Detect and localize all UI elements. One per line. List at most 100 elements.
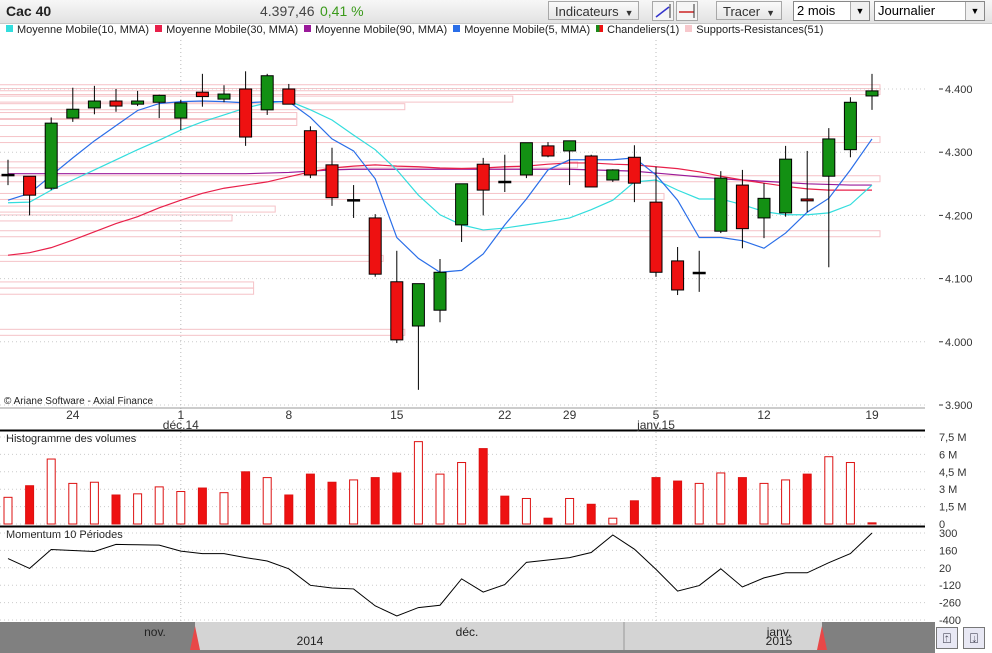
- bullish-candle: [455, 183, 469, 226]
- navigator-label: 2015: [766, 634, 793, 648]
- bearish-candle: [303, 130, 317, 176]
- month-label: déc.14: [163, 418, 199, 432]
- momentum-tick-label: 300: [939, 528, 957, 540]
- volume-bar: [673, 480, 683, 525]
- volume-bar: [802, 473, 812, 525]
- bearish-candle: [498, 180, 512, 184]
- price-tick-label: 4.000: [945, 337, 973, 349]
- volume-tick-label: 6 M: [939, 449, 957, 461]
- bearish-candle: [23, 175, 37, 196]
- volume-bar: [651, 477, 661, 525]
- bullish-candle: [217, 93, 231, 100]
- bearish-candle: [584, 155, 598, 188]
- volume-bar: [457, 462, 467, 525]
- volume-tick-label: 7,5 M: [939, 432, 967, 444]
- volume-bar: [500, 495, 510, 525]
- bearish-candle: [347, 199, 361, 202]
- volume-bar: [608, 517, 618, 525]
- price-tick-label: 4.200: [945, 210, 973, 222]
- volume-bar: [370, 477, 380, 525]
- bearish-candle: [239, 88, 253, 138]
- bullish-candle: [1, 173, 15, 177]
- bullish-candle: [66, 108, 80, 119]
- momentum-tick-label: 160: [939, 545, 957, 557]
- volume-bar: [478, 448, 488, 525]
- chart-background: [0, 40, 992, 622]
- volume-bar: [262, 477, 272, 525]
- volume-bar: [197, 487, 207, 525]
- volume-bar: [68, 482, 78, 525]
- volume-bar: [716, 472, 726, 525]
- bullish-candle: [779, 158, 793, 214]
- bullish-candle: [174, 102, 188, 119]
- bearish-candle: [735, 184, 749, 230]
- volume-bar: [46, 458, 56, 525]
- volume-tick-label: 3 M: [939, 484, 957, 496]
- bullish-candle: [757, 197, 771, 219]
- bullish-candle: [822, 138, 836, 177]
- bullish-candle: [260, 75, 274, 111]
- volume-bar: [89, 481, 99, 525]
- bullish-candle: [87, 100, 101, 109]
- volume-bar: [737, 477, 747, 525]
- volume-bar: [413, 441, 423, 525]
- volume-bar: [305, 473, 315, 525]
- bearish-candle: [109, 100, 123, 107]
- volume-bar: [219, 492, 229, 525]
- volume-bar: [867, 522, 877, 525]
- date-label: 15: [390, 408, 404, 422]
- zoom-out-panel-button[interactable]: ⍗: [963, 627, 985, 649]
- bearish-candle: [671, 260, 685, 291]
- volume-bar: [845, 462, 855, 525]
- volume-bar: [154, 486, 164, 525]
- date-label: 29: [563, 408, 577, 422]
- volume-bar: [327, 481, 337, 525]
- bearish-candle: [325, 164, 339, 199]
- bullish-candle: [865, 90, 879, 97]
- volume-bar: [759, 482, 769, 525]
- volume-bar: [176, 491, 186, 525]
- date-label: 8: [285, 408, 292, 422]
- volume-bar: [694, 482, 704, 525]
- bearish-candle: [476, 163, 490, 191]
- bearish-candle: [195, 91, 209, 98]
- volume-bar: [824, 456, 834, 525]
- navigator-label: déc.: [456, 625, 479, 639]
- date-label: 22: [498, 408, 512, 422]
- date-label: 12: [757, 408, 771, 422]
- volume-bar: [111, 494, 121, 525]
- volume-bar: [392, 472, 402, 525]
- momentum-tick-label: -120: [939, 580, 961, 592]
- volume-bar: [781, 479, 791, 525]
- volume-bar: [435, 473, 445, 525]
- bullish-candle: [563, 140, 577, 152]
- bullish-candle: [44, 122, 58, 189]
- bullish-candle: [692, 271, 706, 275]
- date-label: 19: [865, 408, 879, 422]
- volume-tick-label: 1,5 M: [939, 502, 967, 514]
- volume-bar: [284, 494, 294, 525]
- bullish-candle: [131, 100, 145, 105]
- volume-bar: [543, 517, 553, 525]
- volume-bar: [349, 479, 359, 525]
- date-label: 24: [66, 408, 80, 422]
- volume-tick-label: 4,5 M: [939, 467, 967, 479]
- volume-panel-title: Histogramme des volumes: [6, 433, 137, 445]
- price-tick-label: 4.100: [945, 274, 973, 286]
- volume-bar: [3, 496, 13, 525]
- momentum-tick-label: -260: [939, 598, 961, 610]
- zoom-in-panel-icon: ⍐: [942, 630, 952, 646]
- zoom-in-panel-button[interactable]: ⍐: [936, 627, 958, 649]
- bearish-candle: [627, 156, 641, 184]
- bullish-candle: [843, 101, 857, 151]
- volume-bar: [565, 497, 575, 525]
- momentum-tick-label: -400: [939, 615, 961, 627]
- volume-bar: [25, 485, 35, 525]
- navigator-selection[interactable]: [195, 622, 822, 650]
- chart-canvas[interactable]: 4.400 4.300 4.200 4.100 4.000 3.900 © Ariane S…: [0, 0, 992, 653]
- bullish-candle: [152, 94, 166, 103]
- volume-bar: [521, 497, 531, 525]
- bullish-candle: [433, 271, 447, 311]
- bearish-candle: [282, 88, 296, 105]
- bullish-candle: [411, 283, 425, 327]
